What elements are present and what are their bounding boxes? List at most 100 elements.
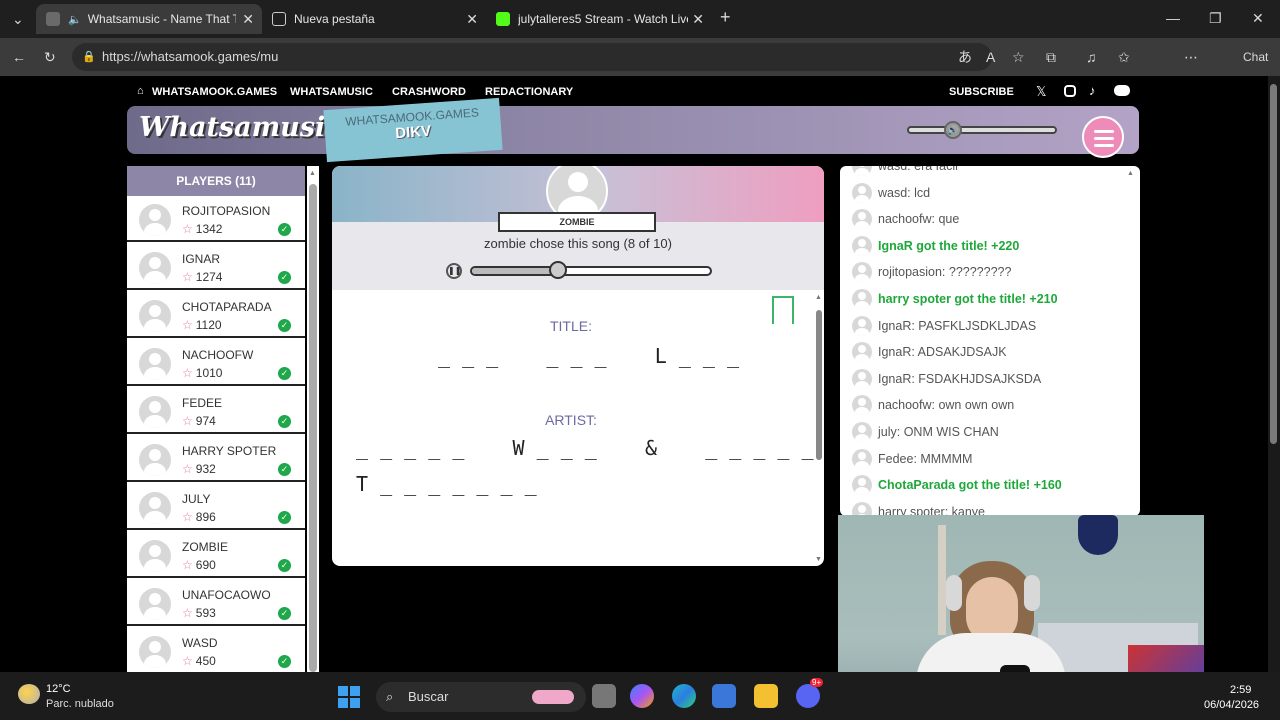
game-scrollbar[interactable]: ▲ ▼ (814, 294, 824, 566)
chat-message: nachoofw: own own own (852, 395, 1014, 416)
chat-message: rojitopasion: ????????? (852, 262, 1012, 283)
avatar (852, 182, 872, 203)
file-explorer-icon[interactable] (754, 684, 778, 708)
chat-text: harry spoter got the title! +210 (878, 292, 1058, 306)
url-text: https://whatsamook.games/mu (102, 49, 279, 64)
player-row: JULY ☆ 896 ✓ (127, 484, 305, 530)
volume-slider[interactable]: 🔊 (907, 121, 1057, 139)
song-progress-bar[interactable] (470, 261, 712, 279)
extensions-icon[interactable]: ⧉ (1046, 48, 1056, 66)
player-name: UNAFOCAOWO (182, 588, 271, 602)
store-icon[interactable] (712, 684, 736, 708)
copilot-taskbar-icon[interactable] (630, 684, 654, 708)
scroll-thumb[interactable] (1270, 84, 1277, 444)
tiktok-icon[interactable]: ♪ (1089, 83, 1096, 98)
page-scrollbar[interactable] (1268, 76, 1280, 672)
close-icon[interactable]: ✕ (466, 11, 478, 28)
site-logo[interactable]: Whatsamusic (139, 112, 342, 143)
edge-browser-icon[interactable] (672, 684, 696, 708)
clock-date[interactable]: 06/04/2026 (1204, 699, 1259, 711)
chat-message: IgnaR got the title! +220 (852, 235, 1020, 256)
score-value: 932 (195, 462, 216, 476)
star-icon: ☆ (182, 414, 193, 428)
avatar (852, 342, 872, 363)
pause-button[interactable]: ❚❚ (446, 263, 462, 279)
chat-message: Fedee: MMMMM (852, 448, 972, 469)
player-name: WASD (182, 636, 218, 650)
favorites-icon[interactable]: ✩ (1118, 48, 1130, 66)
search-icon: ⌕ (386, 689, 394, 704)
avatar (139, 540, 171, 572)
task-view-icon[interactable] (592, 684, 616, 708)
chat-panel: wasd: era facil wasd: lcd nachoofw: que Ign… (840, 166, 1140, 516)
menu-bar (1094, 137, 1114, 140)
weather-cloud-icon[interactable] (18, 684, 40, 704)
chat-message: IgnaR: FSDAKHJDSAJKSDA (852, 368, 1042, 389)
volume-knob[interactable]: 🔊 (943, 121, 962, 139)
check-icon: ✓ (278, 655, 291, 668)
hamburger-menu-button[interactable] (1082, 116, 1124, 158)
player-name: JULY (182, 492, 211, 506)
chat-text: IgnaR got the title! +220 (878, 238, 1020, 253)
url-field[interactable]: 🔒 https://whatsamook.games/mu (72, 43, 992, 71)
home-icon[interactable]: ⌂ (137, 85, 144, 97)
nav-whatsamusic-link[interactable]: WHATSAMUSIC (290, 86, 373, 98)
nav-crashword-link[interactable]: CRASHWORD (392, 86, 466, 98)
clock-time[interactable]: 2:59 (1230, 684, 1251, 696)
instagram-icon[interactable] (1064, 85, 1076, 97)
close-window-icon[interactable]: ✕ (1252, 9, 1264, 27)
scroll-thumb[interactable] (816, 310, 822, 460)
more-menu-icon[interactable]: ⋯ (1184, 48, 1198, 66)
weather-description[interactable]: Parc. nublado (46, 698, 114, 710)
chat-text: ChotaParada got the title! +160 (878, 478, 1062, 493)
new-tab-plus-icon[interactable]: + (720, 8, 731, 26)
lock-icon: 🔒 (82, 51, 96, 63)
minimize-icon[interactable]: — (1166, 9, 1180, 27)
check-icon: ✓ (278, 463, 291, 476)
nav-redactionary-link[interactable]: REDACTIONARY (485, 86, 573, 98)
refresh-icon[interactable]: ↻ (44, 48, 56, 66)
scroll-thumb[interactable] (309, 184, 317, 672)
player-name: ROJITOPASION (182, 204, 271, 218)
progress-fill (472, 268, 558, 274)
tab-kick-stream[interactable]: julytalleres5 Stream - Watch Live o ✕ (486, 4, 712, 34)
tab-label: julytalleres5 Stream - Watch Live o (518, 12, 688, 26)
score-value: 1274 (195, 270, 223, 284)
chat-scroll-up-icon[interactable]: ▲ (1127, 170, 1134, 177)
media-icon[interactable]: ♫ (1086, 48, 1097, 66)
chat-text: rojitopasion: ????????? (878, 265, 1012, 280)
avatar (139, 588, 171, 620)
twitter-icon[interactable]: 𝕏 (1036, 84, 1046, 100)
subscribe-link[interactable]: SUBSCRIBE (949, 86, 1014, 98)
read-aloud-icon[interactable]: A (986, 48, 995, 66)
progress-timer-icon (548, 261, 567, 279)
menu-bar (1094, 144, 1114, 147)
discord-taskbar-icon[interactable]: 9+ (796, 678, 824, 708)
back-icon[interactable]: ← (12, 48, 26, 66)
chat-text: nachoofw: que (878, 212, 960, 227)
favorite-star-icon[interactable]: ☆ (1012, 48, 1025, 66)
nav-home-link[interactable]: WHATSAMOOK.GAMES (152, 86, 277, 98)
player-name: FEDEE (182, 396, 223, 410)
tab-whatsamusic[interactable]: 🔈 Whatsamusic - Name That Tu ✕ (36, 4, 262, 34)
player-score: ☆ 932 (182, 462, 216, 476)
close-icon[interactable]: ✕ (242, 11, 254, 28)
player-row: HARRY SPOTER ☆ 932 ✓ (127, 436, 305, 482)
chat-button[interactable]: Chat (1243, 48, 1268, 66)
weather-temperature[interactable]: 12°C (46, 683, 71, 695)
check-icon: ✓ (278, 511, 291, 524)
translate-icon[interactable]: あ (958, 48, 972, 66)
discord-icon[interactable] (1114, 85, 1130, 96)
windows-start-icon[interactable] (338, 686, 360, 708)
taskbar-search[interactable]: ⌕ Buscar (376, 682, 586, 712)
chat-text: IgnaR: FSDAKHJDSAJKSDA (878, 371, 1042, 386)
maximize-icon[interactable]: ❐ (1209, 9, 1222, 27)
star-icon: ☆ (182, 606, 193, 620)
avatar (139, 204, 171, 236)
tab-actions-icon[interactable]: ⌄ (12, 10, 24, 28)
close-icon[interactable]: ✕ (692, 11, 704, 28)
players-scrollbar[interactable]: ▲ (307, 166, 319, 672)
player-row: NACHOOFW ☆ 1010 ✓ (127, 340, 305, 386)
tab-new[interactable]: Nueva pestaña ✕ (262, 4, 486, 34)
chat-message: july: ONM WIS CHAN (852, 422, 999, 442)
